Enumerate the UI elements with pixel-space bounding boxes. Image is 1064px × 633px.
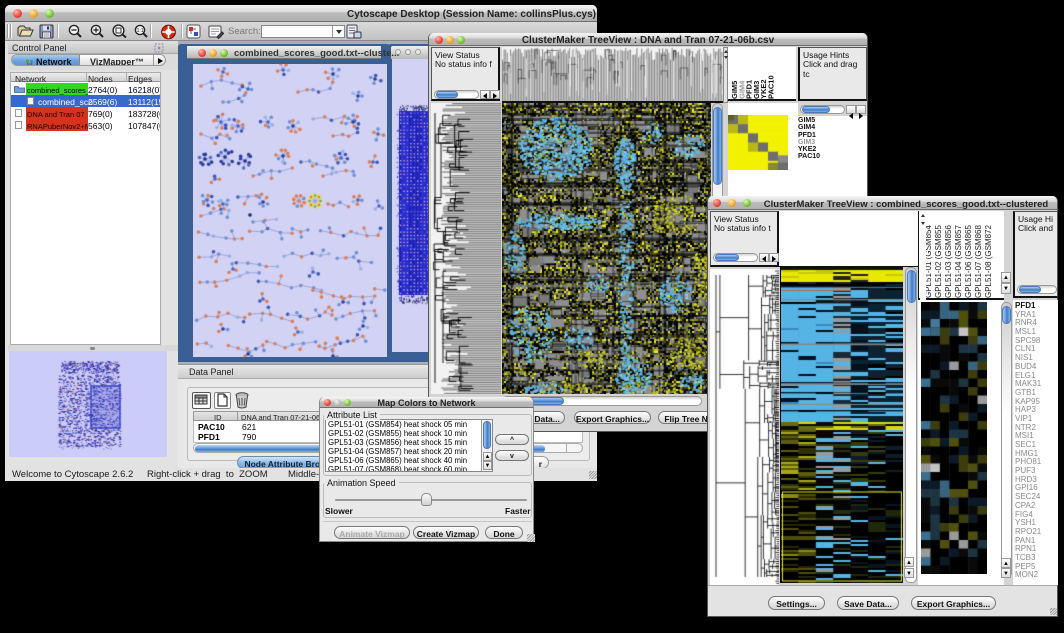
svg-text:1:1: 1:1 bbox=[137, 28, 144, 34]
svg-text:GPL51-02 (GSM855: GPL51-02 (GSM855 bbox=[934, 225, 943, 298]
svg-text:PAC10: PAC10 bbox=[767, 75, 776, 99]
svg-text:GPL51-03 (GSM856: GPL51-03 (GSM856 bbox=[944, 225, 953, 298]
svg-text:GPL51-04 (GSM857: GPL51-04 (GSM857 bbox=[954, 225, 963, 298]
svg-text:GPL51-08 (GSM872: GPL51-08 (GSM872 bbox=[984, 225, 993, 298]
svg-text:GPL51-07 (GSM868: GPL51-07 (GSM868 bbox=[974, 225, 983, 298]
svg-text:GPL51-06 (GSM865: GPL51-06 (GSM865 bbox=[964, 225, 973, 298]
